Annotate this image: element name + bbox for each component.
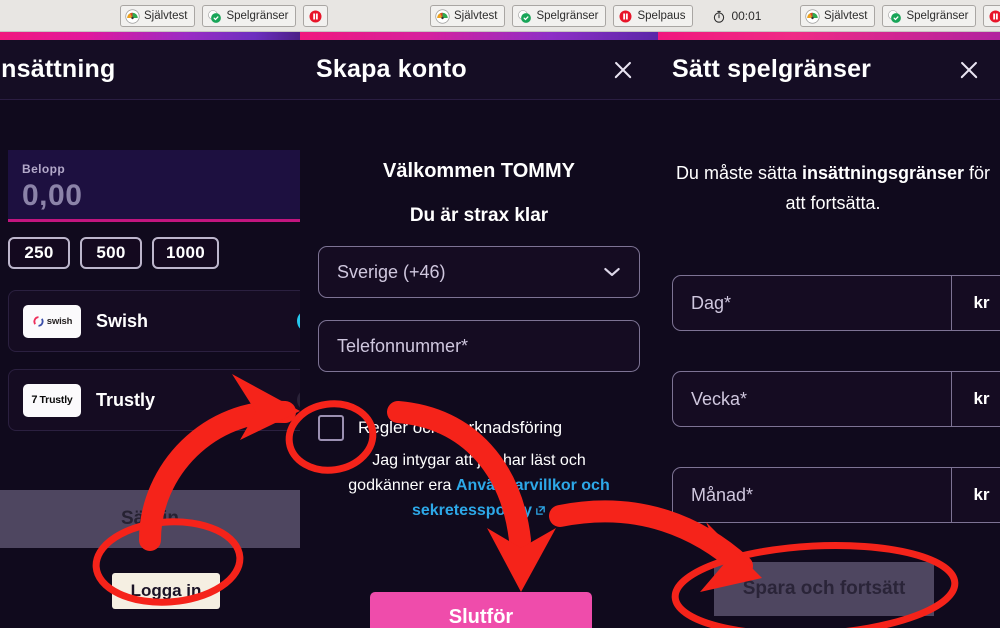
stopwatch-icon bbox=[714, 10, 725, 23]
save-and-continue-button[interactable]: Spara och fortsätt bbox=[714, 562, 934, 616]
phone-input-placeholder: Telefonnummer* bbox=[337, 335, 469, 356]
chevron-down-icon bbox=[604, 268, 620, 276]
deposit-button[interactable]: Sätt in bbox=[0, 490, 300, 548]
quick-amount-1000[interactable]: 1000 bbox=[152, 237, 220, 269]
chip-spelpaus-3[interactable]: Spelpaus bbox=[983, 5, 1000, 27]
limit-month-unit: kr bbox=[951, 468, 1000, 522]
panel-accent-bar bbox=[658, 32, 1000, 40]
phone-input[interactable]: Telefonnummer* bbox=[318, 320, 640, 372]
payment-method-swish[interactable]: swish Swish bbox=[8, 290, 300, 352]
consent-label: Regler och marknadsföring bbox=[358, 418, 563, 437]
swish-logo: swish bbox=[23, 304, 81, 338]
limit-day-unit: kr bbox=[951, 276, 1000, 330]
chip-label: Spelgränser bbox=[226, 10, 289, 22]
chip-spelpaus-1[interactable] bbox=[303, 5, 329, 27]
game-limits-icon bbox=[888, 9, 902, 23]
consent-checkbox[interactable] bbox=[318, 415, 344, 441]
terms-text: Jag intygar att jag har läst och godkänn… bbox=[314, 448, 644, 523]
deposit-panel-header: Insättning bbox=[0, 40, 300, 100]
limit-week-unit: kr bbox=[951, 372, 1000, 426]
limit-month-label: Månad* bbox=[691, 484, 754, 505]
limit-input-day[interactable]: Dag* kr bbox=[672, 275, 1000, 331]
country-select-value: Sverige (+46) bbox=[337, 261, 446, 282]
limit-input-week[interactable]: Vecka* kr bbox=[672, 371, 1000, 427]
trustly-logo: 7 Trustly bbox=[23, 383, 81, 417]
chip-label: Spelgränser bbox=[906, 10, 969, 22]
chip-spelgranser-1[interactable]: Spelgränser bbox=[202, 5, 297, 27]
amount-label: Belopp bbox=[22, 162, 66, 176]
self-test-icon bbox=[805, 8, 820, 24]
create-account-header: Skapa konto bbox=[300, 40, 658, 100]
limit-day-label: Dag* bbox=[691, 292, 732, 313]
screenshot-root: Självtest Spelgränser Självtest Spelgrän… bbox=[0, 0, 1000, 628]
terms-line-2-prefix: godkänner era bbox=[348, 477, 456, 494]
limits-intro-prefix: Du måste sätta bbox=[675, 163, 802, 183]
swish-mark-icon bbox=[33, 315, 44, 327]
self-test-icon bbox=[435, 8, 450, 24]
chip-spelpaus-2[interactable]: Spelpaus bbox=[613, 5, 694, 27]
create-account-body: Välkommen TOMMY Du är strax klar Sverige… bbox=[300, 100, 658, 628]
close-icon[interactable] bbox=[610, 57, 636, 83]
quick-amount-500[interactable]: 500 bbox=[80, 237, 142, 269]
page-title: Skapa konto bbox=[316, 55, 467, 83]
login-button[interactable]: Logga in bbox=[112, 573, 220, 609]
limits-intro-bold: insättningsgränser bbox=[802, 163, 965, 183]
payment-method-trustly[interactable]: 7 Trustly Trustly bbox=[8, 369, 300, 431]
deposit-panel-body: Belopp 0,00 250 500 1000 swish Swish 7 T… bbox=[0, 100, 300, 628]
self-test-icon bbox=[125, 8, 140, 24]
terms-line-1: Jag intygar att jag har läst och bbox=[372, 452, 586, 469]
session-timer: 00:01 bbox=[712, 9, 761, 24]
limits-intro-text: Du måste sätta insättningsgränser för at… bbox=[668, 158, 998, 218]
browser-toolbar: Självtest Spelgränser Självtest Spelgrän… bbox=[0, 0, 1000, 32]
page-title: Sätt spelgränser bbox=[672, 55, 872, 83]
quick-amount-250[interactable]: 250 bbox=[8, 237, 70, 269]
limits-panel-header: Sätt spelgränser bbox=[658, 40, 1000, 100]
toolbar-group-3: Självtest Spelgränser Spelpaus bbox=[800, 4, 1000, 28]
finish-button[interactable]: Slutför bbox=[370, 592, 592, 628]
chip-label: Självtest bbox=[824, 10, 868, 22]
swish-wordmark: swish bbox=[46, 315, 73, 327]
chip-sjalvtest-1[interactable]: Självtest bbox=[120, 5, 196, 27]
country-select[interactable]: Sverige (+46) bbox=[318, 246, 640, 298]
quick-amount-row: 250 500 1000 bbox=[8, 237, 220, 269]
game-pause-icon bbox=[619, 10, 632, 22]
limit-week-label: Vecka* bbox=[691, 388, 748, 409]
chip-spelgranser-3[interactable]: Spelgränser bbox=[882, 5, 977, 27]
page-title: Insättning bbox=[0, 55, 116, 83]
chip-label: Spelpaus bbox=[637, 10, 686, 22]
welcome-message: Välkommen TOMMY bbox=[383, 160, 575, 182]
limit-input-month[interactable]: Månad* kr bbox=[672, 467, 1000, 523]
chip-sjalvtest-3[interactable]: Självtest bbox=[800, 5, 876, 27]
payment-method-name: Trustly bbox=[96, 389, 156, 410]
almost-done-message: Du är strax klar bbox=[409, 205, 549, 226]
chip-label: Spelgränser bbox=[536, 10, 599, 22]
deposit-panel: Insättning Belopp 0,00 250 500 1000 swis… bbox=[0, 32, 300, 628]
game-limits-icon bbox=[208, 9, 222, 23]
chip-sjalvtest-2[interactable]: Självtest bbox=[430, 5, 506, 27]
close-icon[interactable] bbox=[956, 57, 982, 83]
timer-value: 00:01 bbox=[731, 9, 762, 23]
amount-input[interactable]: Belopp 0,00 bbox=[8, 150, 300, 222]
game-pause-icon bbox=[989, 10, 1000, 22]
create-account-panel: Skapa konto Välkommen TOMMY Du är strax … bbox=[300, 32, 658, 628]
chip-label: Självtest bbox=[454, 10, 498, 22]
panel-accent-bar bbox=[0, 32, 300, 40]
chip-label: Självtest bbox=[144, 10, 188, 22]
game-pause-icon bbox=[309, 10, 322, 22]
amount-value: 0,00 bbox=[22, 179, 83, 212]
toolbar-group-1: Självtest Spelgränser bbox=[120, 4, 329, 28]
payment-method-name: Swish bbox=[96, 310, 149, 331]
trustly-mark-icon: 7 bbox=[31, 394, 38, 406]
chip-spelgranser-2[interactable]: Spelgränser bbox=[512, 5, 607, 27]
external-link-icon bbox=[536, 506, 545, 515]
game-limits-icon bbox=[518, 9, 532, 23]
trustly-wordmark: Trustly bbox=[39, 394, 73, 406]
limits-panel-body: Du måste sätta insättningsgränser för at… bbox=[658, 100, 1000, 628]
toolbar-group-2: Självtest Spelgränser Spelpaus 00:01 bbox=[430, 4, 761, 28]
limits-panel: Sätt spelgränser Du måste sätta insättni… bbox=[658, 32, 1000, 628]
consent-row: Regler och marknadsföring bbox=[318, 415, 644, 441]
panel-accent-bar bbox=[300, 32, 658, 40]
